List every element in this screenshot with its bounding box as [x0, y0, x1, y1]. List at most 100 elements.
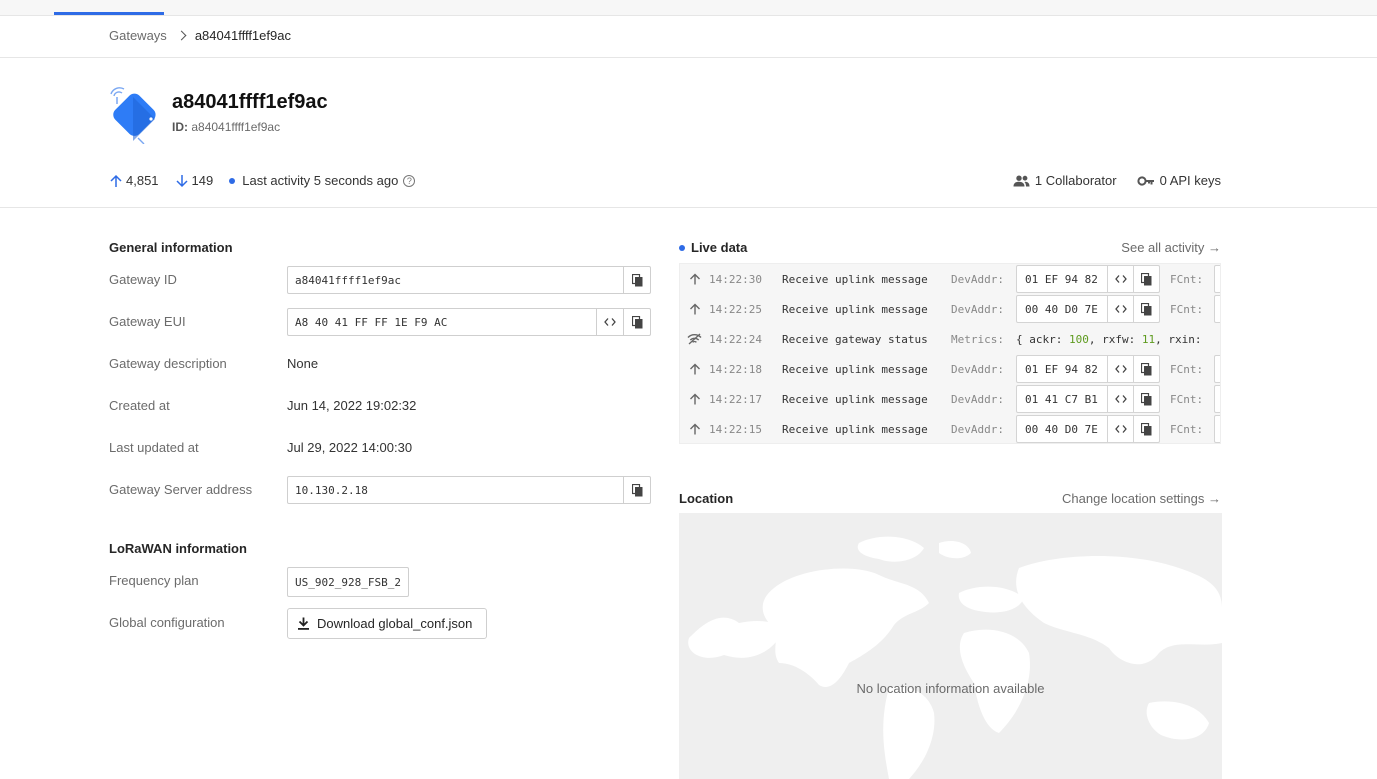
event-field-label: Metrics: — [951, 332, 1004, 346]
server-address-value[interactable]: 10.130.2.18 — [288, 477, 623, 503]
copy-icon — [1141, 272, 1152, 285]
description-value: None — [287, 356, 319, 371]
location-title: Location — [679, 491, 734, 506]
fcnt-label: FCnt: — [1170, 362, 1204, 376]
arrow-up-icon — [689, 273, 700, 285]
copy-icon — [1141, 422, 1152, 435]
fcnt-label: FCnt: — [1170, 302, 1204, 316]
copy-server-address-button[interactable] — [623, 477, 650, 503]
download-global-conf-button[interactable]: Download global_conf.json — [287, 608, 487, 639]
live-data-title: Live data — [691, 240, 748, 255]
copy-icon — [1141, 362, 1152, 375]
gateway-id-label: Gateway ID — [109, 272, 177, 287]
server-address-field: 10.130.2.18 — [287, 476, 651, 504]
created-at-label: Created at — [109, 398, 170, 413]
live-data-row[interactable]: 14:22:18 Receive uplink message DevAddr:… — [680, 354, 1220, 384]
breadcrumb-gateways-link[interactable]: Gateways — [109, 28, 167, 43]
live-data-feed: 14:22:30 Receive uplink message DevAddr:… — [679, 263, 1221, 444]
fcnt-field — [1214, 295, 1220, 323]
last-activity: Last activity 5 seconds ago ? — [229, 173, 416, 188]
live-data-row[interactable]: 14:22:30 Receive uplink message DevAddr:… — [680, 264, 1220, 294]
live-data-row[interactable]: 14:22:24 Receive gateway status Metrics:… — [680, 324, 1220, 354]
toggle-byte-format-button[interactable] — [596, 309, 623, 335]
devaddr-value[interactable]: 00 40 D0 7E — [1017, 296, 1107, 322]
toggle-format-button[interactable] — [1107, 356, 1133, 382]
gateway-id-field: a84041ffff1ef9ac — [287, 266, 651, 294]
devaddr-field: 00 40 D0 7E — [1016, 295, 1160, 323]
page-title: a84041ffff1ef9ac — [172, 91, 328, 113]
toggle-format-button[interactable] — [1107, 266, 1133, 292]
devaddr-value[interactable]: 01 EF 94 82 — [1017, 266, 1107, 292]
key-icon — [1136, 175, 1154, 186]
event-time: 14:22:17 — [709, 392, 762, 406]
traffic-stats: 4,851 149 Last activity 5 seconds ago ? — [109, 173, 431, 188]
copy-devaddr-button[interactable] — [1133, 296, 1159, 322]
collaborators-link[interactable]: 1 Collaborator — [1013, 173, 1117, 188]
toggle-format-button[interactable] — [1107, 386, 1133, 412]
copy-gateway-eui-button[interactable] — [623, 309, 650, 335]
metrics-tail: , rxin: — [1155, 332, 1209, 346]
copy-gateway-id-button[interactable] — [623, 267, 650, 293]
copy-devaddr-button[interactable] — [1133, 266, 1159, 292]
copy-devaddr-button[interactable] — [1133, 416, 1159, 442]
metrics-preview: { ackr: 100, rxfw: 11, rxin: — [1016, 333, 1208, 346]
event-time: 14:22:24 — [709, 332, 762, 346]
help-icon[interactable]: ? — [403, 174, 416, 187]
id-label: ID: — [172, 120, 188, 134]
event-message: Receive uplink message — [782, 392, 928, 406]
breadcrumb-current: a84041ffff1ef9ac — [194, 28, 291, 43]
gateway-eui-value[interactable]: A8 40 41 FF FF 1E F9 AC — [288, 309, 596, 335]
live-data-row[interactable]: 14:22:25 Receive uplink message DevAddr:… — [680, 294, 1220, 324]
copy-devaddr-button[interactable] — [1133, 356, 1159, 382]
downlink-stat: 149 — [175, 173, 214, 188]
toggle-format-button[interactable] — [1107, 296, 1133, 322]
live-data-row[interactable]: 14:22:15 Receive uplink message DevAddr:… — [680, 414, 1220, 443]
live-dot-icon — [679, 244, 685, 251]
id-value: a84041ffff1ef9ac — [191, 120, 281, 134]
arrow-up-icon — [689, 363, 700, 375]
event-time: 14:22:18 — [709, 362, 762, 376]
frequency-plan-label: Frequency plan — [109, 573, 199, 588]
toggle-format-button[interactable] — [1107, 416, 1133, 442]
event-message: Receive uplink message — [782, 302, 928, 316]
devaddr-value[interactable]: 01 41 C7 B1 — [1017, 386, 1107, 412]
created-at-value: Jun 14, 2022 19:02:32 — [287, 398, 417, 413]
updated-at-value: Jul 29, 2022 14:00:30 — [287, 440, 413, 455]
live-data-title-wrap: Live data — [679, 240, 747, 255]
code-icon — [1114, 305, 1127, 313]
devaddr-value[interactable]: 00 40 D0 7E — [1017, 416, 1107, 442]
global-config-label: Global configuration — [109, 615, 225, 630]
see-all-activity-link[interactable]: See all activity → — [1121, 240, 1221, 255]
people-icon — [1013, 175, 1030, 186]
event-message: Receive gateway status — [782, 332, 928, 346]
event-message: Receive uplink message — [782, 422, 928, 436]
change-location-settings-link[interactable]: Change location settings → — [1062, 491, 1221, 506]
top-nav — [0, 0, 1377, 16]
api-keys-link[interactable]: 0 API keys — [1136, 173, 1221, 188]
wifi-icon — [687, 333, 702, 345]
live-data-row[interactable]: 14:22:17 Receive uplink message DevAddr:… — [680, 384, 1220, 414]
devaddr-value[interactable]: 01 EF 94 82 — [1017, 356, 1107, 382]
copy-devaddr-button[interactable] — [1133, 386, 1159, 412]
active-tab-indicator — [54, 12, 164, 15]
copy-icon — [1141, 302, 1152, 315]
event-field-label: DevAddr: — [951, 422, 1004, 436]
gateway-icon — [110, 87, 156, 144]
arrow-up-icon — [689, 393, 700, 405]
code-icon — [604, 318, 616, 326]
arrow-up-icon — [689, 423, 700, 435]
code-icon — [1114, 425, 1127, 433]
event-message: Receive uplink message — [782, 272, 928, 286]
downlink-count: 149 — [191, 173, 214, 188]
copy-icon — [631, 315, 642, 328]
server-address-label: Gateway Server address — [109, 482, 253, 497]
gateway-id-value[interactable]: a84041ffff1ef9ac — [288, 267, 623, 293]
uplink-count: 4,851 — [126, 173, 159, 188]
code-icon — [1114, 275, 1127, 283]
breadcrumb: Gateways a84041ffff1ef9ac — [109, 28, 291, 43]
metrics-rxfw-key: , rxfw: — [1088, 332, 1142, 346]
download-label: Download global_conf.json — [317, 616, 473, 631]
code-icon — [1114, 395, 1127, 403]
last-activity-text: Last activity 5 seconds ago — [242, 173, 399, 188]
world-map-image — [688, 536, 1222, 779]
